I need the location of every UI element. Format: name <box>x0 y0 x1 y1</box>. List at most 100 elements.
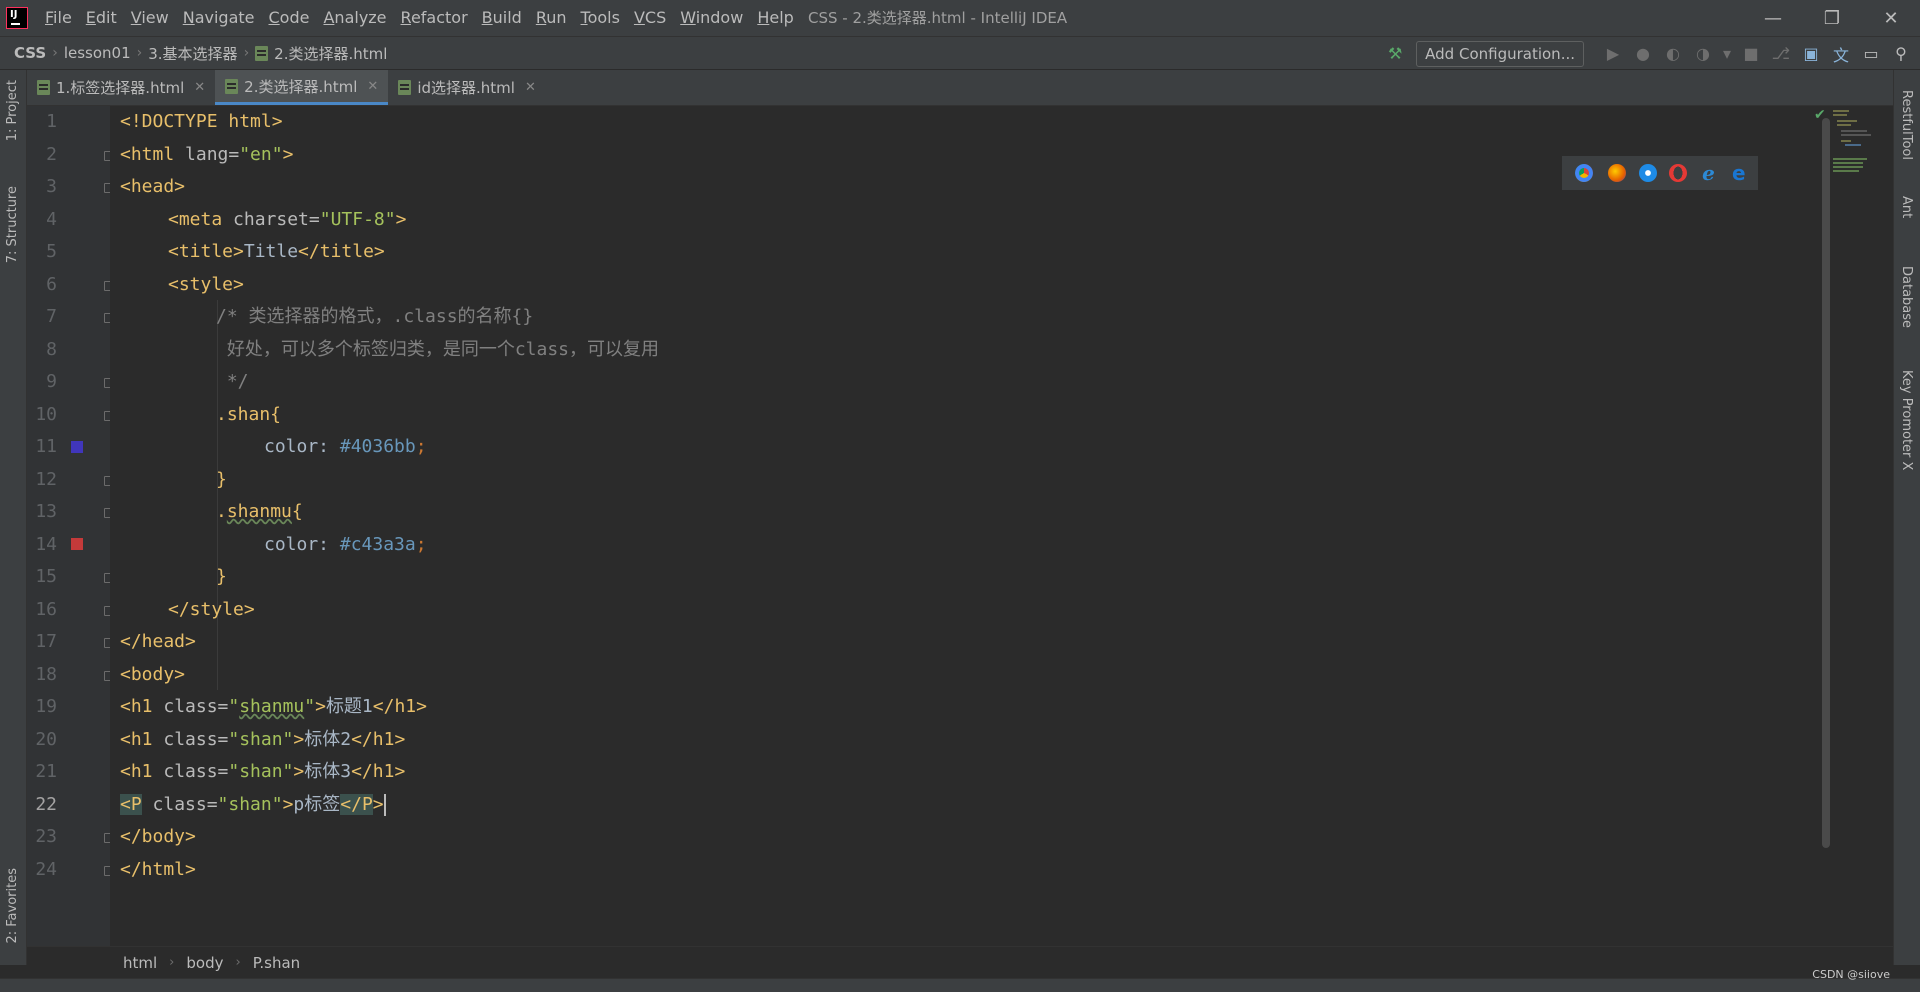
tool-tab-structure[interactable]: 7: Structure <box>5 186 20 263</box>
tool-tab-ant[interactable]: Ant <box>1899 196 1914 218</box>
line-number: 11 <box>35 436 57 457</box>
opera-icon[interactable] <box>1669 164 1688 182</box>
tool-tab-database[interactable]: Database <box>1899 266 1914 328</box>
menu-vcs[interactable]: VCS <box>627 0 673 36</box>
html-file-icon <box>225 78 239 94</box>
line-number-current: 22 <box>35 793 57 815</box>
tool-tab-favorites[interactable]: 2: Favorites <box>5 868 20 944</box>
code-line-3: <head> <box>120 176 186 197</box>
vertical-scrollbar[interactable] <box>1822 118 1830 848</box>
tab-label: 1.标签选择器.html <box>56 79 185 97</box>
build-hammer-icon[interactable]: ⚒ <box>1382 41 1408 67</box>
chrome-icon[interactable] <box>1572 161 1597 185</box>
line-number: 16 <box>35 598 57 620</box>
breadcrumb-folder-selectors[interactable]: 3.基本选择器 <box>144 43 241 64</box>
safari-icon[interactable] <box>1638 164 1657 182</box>
line-number: 17 <box>35 631 57 652</box>
tool-tab-project[interactable]: 1: Project <box>5 80 20 141</box>
debug-icon[interactable]: ● <box>1630 41 1656 67</box>
code-line-12: } <box>216 468 227 490</box>
main-toolbar: ⚒ Add Configuration... ▶ ● ◐ ◑ ▾ ■ ⎇ ▣ 文… <box>1380 37 1920 70</box>
breadcrumb-file[interactable]: 2.类选择器.html <box>251 43 391 64</box>
tab-label: 2.类选择器.html <box>244 77 358 96</box>
menu-run[interactable]: Run <box>529 0 574 36</box>
minimize-button[interactable]: — <box>1744 0 1802 36</box>
translate-icon[interactable]: 文 <box>1828 41 1854 67</box>
breadcrumb-folder-lesson[interactable]: lesson01 <box>60 44 135 62</box>
breadcrumb-body[interactable]: body <box>186 954 223 972</box>
line-number: 18 <box>35 663 57 685</box>
close-window-button[interactable]: ✕ <box>1862 0 1920 36</box>
code-line-6: <style> <box>168 273 244 295</box>
presentation-icon[interactable]: ▭ <box>1858 41 1884 67</box>
menu-file[interactable]: File <box>38 0 79 36</box>
code-line-24: </html> <box>120 858 196 880</box>
tool-tab-key-promoter[interactable]: Key Promoter X <box>1899 370 1914 470</box>
add-configuration-button[interactable]: Add Configuration... <box>1416 40 1584 67</box>
tab-class-selector[interactable]: 2.类选择器.html ✕ <box>215 70 389 105</box>
edge-icon[interactable]: e <box>1730 163 1748 183</box>
menu-edit[interactable]: Edit <box>79 0 124 36</box>
menu-analyze[interactable]: Analyze <box>316 0 393 36</box>
html-file-icon <box>255 45 269 61</box>
line-number: 13 <box>35 501 57 522</box>
tool-tab-restfultool[interactable]: RestfulTool <box>1899 90 1914 160</box>
menu-help[interactable]: Help <box>750 0 800 36</box>
menu-navigate[interactable]: Navigate <box>176 0 262 36</box>
code-minimap[interactable] <box>1831 106 1893 186</box>
chevron-right-icon: › <box>136 45 143 61</box>
line-number: 8 <box>46 338 57 360</box>
search-icon[interactable]: ⚲ <box>1888 41 1914 67</box>
code-line-7: /* 类选择器的格式，.class的名称{} <box>216 306 534 327</box>
menu-tools[interactable]: Tools <box>574 0 627 36</box>
firefox-icon[interactable] <box>1608 164 1627 182</box>
close-icon[interactable]: ✕ <box>194 80 205 95</box>
breadcrumb-html[interactable]: html <box>123 954 157 972</box>
menu-bar: File Edit View Navigate Code Analyze Ref… <box>38 0 801 36</box>
line-number: 7 <box>46 306 57 327</box>
menu-build[interactable]: Build <box>475 0 529 36</box>
line-number: 12 <box>35 468 57 490</box>
chevron-right-icon: › <box>235 955 241 970</box>
breadcrumb-p-shan[interactable]: P.shan <box>253 954 301 972</box>
code-line-8: 好处，可以多个标签归类，是同一个class，可以复用 <box>216 338 660 360</box>
status-bar <box>0 978 1920 992</box>
coverage-icon[interactable]: ◐ <box>1660 41 1686 67</box>
color-swatch-icon[interactable] <box>71 441 83 453</box>
minimap-line <box>1837 124 1851 126</box>
close-icon[interactable]: ✕ <box>525 80 536 95</box>
menu-refactor[interactable]: Refactor <box>394 0 475 36</box>
code-line-10: .shan{ <box>216 403 282 425</box>
minimap-line <box>1833 162 1863 164</box>
minimap-line <box>1841 130 1867 132</box>
project-structure-icon[interactable]: ▣ <box>1798 41 1824 67</box>
color-swatch-icon[interactable] <box>71 538 83 550</box>
stop-icon[interactable]: ■ <box>1738 41 1764 67</box>
menu-code[interactable]: Code <box>262 0 317 36</box>
minimap-line <box>1841 134 1871 136</box>
menu-view[interactable]: View <box>124 0 176 36</box>
code-line-5: <title>Title</title> <box>168 241 385 262</box>
chevron-down-icon[interactable]: ▾ <box>1720 41 1734 67</box>
internet-explorer-icon[interactable]: e <box>1699 163 1717 183</box>
close-icon[interactable]: ✕ <box>367 79 378 94</box>
line-number: 10 <box>35 403 57 425</box>
profile-icon[interactable]: ◑ <box>1690 41 1716 67</box>
menu-window[interactable]: Window <box>673 0 750 36</box>
structure-breadcrumb: html › body › P.shan <box>27 946 1893 978</box>
breadcrumb-project[interactable]: CSS <box>0 44 50 62</box>
vcs-icon[interactable]: ⎇ <box>1768 41 1794 67</box>
html-file-icon <box>398 80 412 95</box>
restore-button[interactable]: ❐ <box>1803 0 1861 36</box>
code-line-17: </head> <box>120 631 196 652</box>
line-number: 21 <box>35 761 57 782</box>
code-line-11: color: #4036bb; <box>264 436 427 457</box>
tab-id-selector[interactable]: id选择器.html ✕ <box>388 70 546 105</box>
line-number: 2 <box>46 143 57 165</box>
code-line-16: </style> <box>168 598 255 620</box>
watermark: CSDN @siiove <box>1812 968 1890 981</box>
code-editor[interactable]: <!DOCTYPE html> <html lang="en"> <head> … <box>110 106 1830 946</box>
tab-tag-selector[interactable]: 1.标签选择器.html ✕ <box>27 70 215 105</box>
breadcrumb-file-label: 2.类选择器.html <box>274 44 388 63</box>
run-icon[interactable]: ▶ <box>1600 41 1626 67</box>
